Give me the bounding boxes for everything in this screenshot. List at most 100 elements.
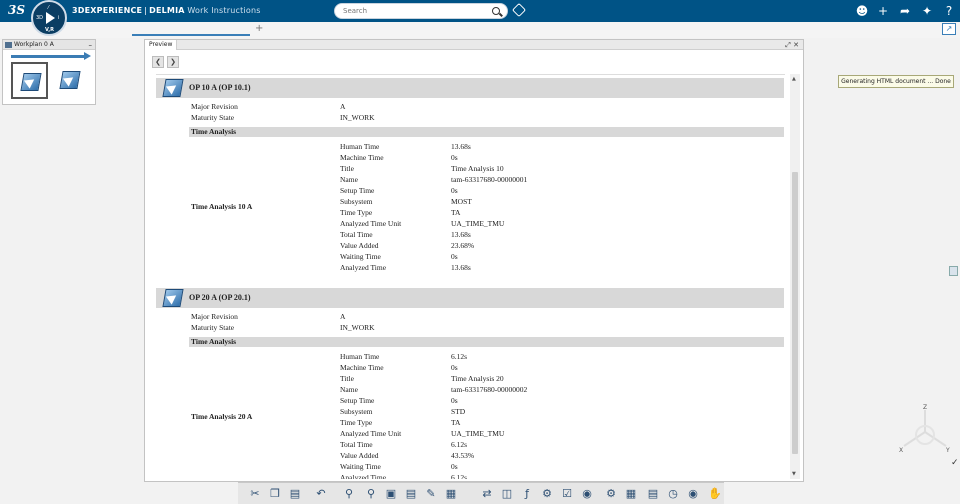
operation-thumbnail-op10[interactable] — [11, 62, 48, 99]
add-icon[interactable]: + — [876, 4, 890, 18]
paste-icon[interactable]: ▤ — [288, 487, 302, 501]
compass-info-label: i — [58, 15, 60, 21]
workplan-panel: Workplan 0 A – — [2, 39, 96, 105]
scroll-up-icon[interactable]: ▲ — [792, 76, 796, 82]
undo-icon[interactable]: ↶ — [314, 487, 328, 501]
settings-icon[interactable]: ⚙ — [604, 487, 618, 501]
tools-icon[interactable]: ⚙ — [540, 487, 554, 501]
ta-field-value: tam-63317680-00000001 — [451, 175, 528, 184]
ta-field-label: Waiting Time — [340, 252, 381, 261]
time-analysis-name: Time Analysis 10 A — [191, 202, 253, 211]
ta-field-label: Time Type — [340, 418, 373, 427]
prop-value: IN_WORK — [340, 113, 375, 122]
document-icon[interactable]: ▤ — [646, 487, 660, 501]
prop-label: Major Revision — [191, 102, 238, 111]
action-toolbar: ✂ ❐ ▤ ↶ ⚲ ⚲ ▣ ▤ ✎ ▦ ⇄ ◫ ƒ ⚙ ☑ ◉ ⚙ ▦ ▤ ◷ … — [238, 482, 724, 504]
tab-preview[interactable]: Preview — [145, 40, 178, 50]
fit-all-icon[interactable]: ⚲ — [364, 487, 378, 501]
prop-label: Maturity State — [191, 323, 235, 332]
forward-button[interactable]: ❯ — [167, 56, 179, 68]
select-mode-icon[interactable]: ▤ — [404, 487, 418, 501]
compass-widget[interactable]: ⁄ 3D i V,R — [31, 0, 67, 36]
operation-title: OP 20 A (OP 20.1) — [189, 293, 251, 302]
ta-field-label: Setup Time — [340, 396, 375, 405]
operation-thumbnail-op20[interactable] — [52, 62, 89, 99]
window-controls[interactable]: ⤢ ✕ — [785, 40, 799, 50]
table-icon[interactable]: ▦ — [444, 487, 458, 501]
title-separator: | — [144, 6, 148, 15]
minimize-button[interactable]: – — [89, 40, 93, 50]
ta-field-label: Total Time — [340, 230, 373, 239]
compass-play-icon[interactable] — [46, 12, 55, 24]
scroll-down-icon[interactable]: ▼ — [792, 471, 796, 477]
operation-icon — [162, 79, 184, 97]
compass-3d-label: 3D — [36, 15, 44, 21]
insert-icon[interactable]: ◫ — [500, 487, 514, 501]
ta-field-label: Value Added — [340, 451, 379, 460]
time-analysis-header: Time Analysis — [189, 337, 784, 347]
operation-header: OP 20 A (OP 20.1) — [156, 288, 784, 308]
edit-icon[interactable]: ✎ — [424, 487, 438, 501]
ta-field-value: Time Analysis 10 — [451, 164, 504, 173]
share-icon[interactable]: ➦ — [898, 4, 912, 18]
axis-z-label: Z — [923, 404, 927, 411]
ta-field-value: UA_TIME_TMU — [451, 219, 505, 228]
swap-icon[interactable]: ⇄ — [480, 487, 494, 501]
time-icon[interactable]: ◷ — [666, 487, 680, 501]
search-icon[interactable] — [492, 7, 500, 15]
ta-field-label: Machine Time — [340, 153, 384, 162]
operation-icon — [162, 289, 184, 307]
axis-triad[interactable]: Z X Y — [898, 402, 952, 456]
copy-icon[interactable]: ❐ — [268, 487, 282, 501]
app-name: DELMIA — [149, 6, 185, 15]
ta-field-label: Waiting Time — [340, 462, 381, 471]
vertical-scrollbar[interactable]: ▲ ▼ — [790, 74, 800, 479]
ta-field-value: 13.68s — [451, 230, 471, 239]
ta-field-label: Setup Time — [340, 186, 375, 195]
preview-panel: Preview ⤢ ✕ ❮ ❯ OP 10 A (OP 10.1) Major … — [144, 39, 804, 482]
prop-value: A — [340, 312, 346, 321]
axis-x-label: X — [899, 447, 903, 454]
ta-field-label: Human Time — [340, 352, 380, 361]
tag-icon[interactable] — [511, 2, 527, 18]
app-title: 3DEXPERIENCE | DELMIA Work Instructions — [72, 6, 261, 15]
active-tab-indicator[interactable] — [132, 34, 250, 36]
ta-field-value: 13.68s — [451, 142, 471, 151]
scrollbar-thumb[interactable] — [792, 172, 798, 454]
ta-field-label: Analyzed Time — [340, 473, 387, 479]
ta-field-value: 6.12s — [451, 473, 468, 479]
tools-icon[interactable]: ✦ — [920, 4, 934, 18]
ta-field-label: Name — [340, 385, 358, 394]
user-icon[interactable]: ☻ — [855, 4, 869, 18]
dassault-logo[interactable]: 3S — [8, 3, 25, 17]
expand-icon[interactable]: ↗ — [942, 23, 956, 35]
help-icon[interactable]: ? — [942, 4, 956, 18]
search-input[interactable] — [343, 6, 483, 16]
add-tab-button[interactable]: + — [255, 23, 263, 34]
ta-field-value: 23.68% — [451, 241, 475, 250]
grid-icon[interactable]: ▦ — [624, 487, 638, 501]
ta-field-value: TA — [451, 418, 461, 427]
user-action-icon[interactable]: ✋ — [708, 487, 722, 501]
cut-icon[interactable]: ✂ — [248, 487, 262, 501]
search-box[interactable] — [334, 3, 508, 19]
ta-field-label: Analyzed Time — [340, 263, 387, 272]
camera-icon[interactable]: ◉ — [580, 487, 594, 501]
ta-field-value: 0s — [451, 462, 458, 471]
side-panel-icon[interactable] — [949, 266, 958, 276]
formula-icon[interactable]: ƒ — [520, 487, 534, 501]
zoom-icon[interactable]: ⚲ — [342, 487, 356, 501]
axis-y-label: Y — [945, 447, 950, 454]
checklist-icon[interactable]: ☑ — [560, 487, 574, 501]
analysis-icon[interactable]: ◉ — [686, 487, 700, 501]
prop-label: Maturity State — [191, 113, 235, 122]
ta-field-value: MOST — [451, 197, 472, 206]
back-button[interactable]: ❮ — [152, 56, 164, 68]
html-document: OP 10 A (OP 10.1) Major Revision A Matur… — [156, 74, 785, 479]
prop-value: A — [340, 102, 346, 111]
ta-field-value: Time Analysis 20 — [451, 374, 504, 383]
ta-field-value: 0s — [451, 252, 458, 261]
select-icon[interactable]: ▣ — [384, 487, 398, 501]
ta-field-label: Analyzed Time Unit — [340, 429, 402, 438]
ta-field-value: 43.53% — [451, 451, 475, 460]
